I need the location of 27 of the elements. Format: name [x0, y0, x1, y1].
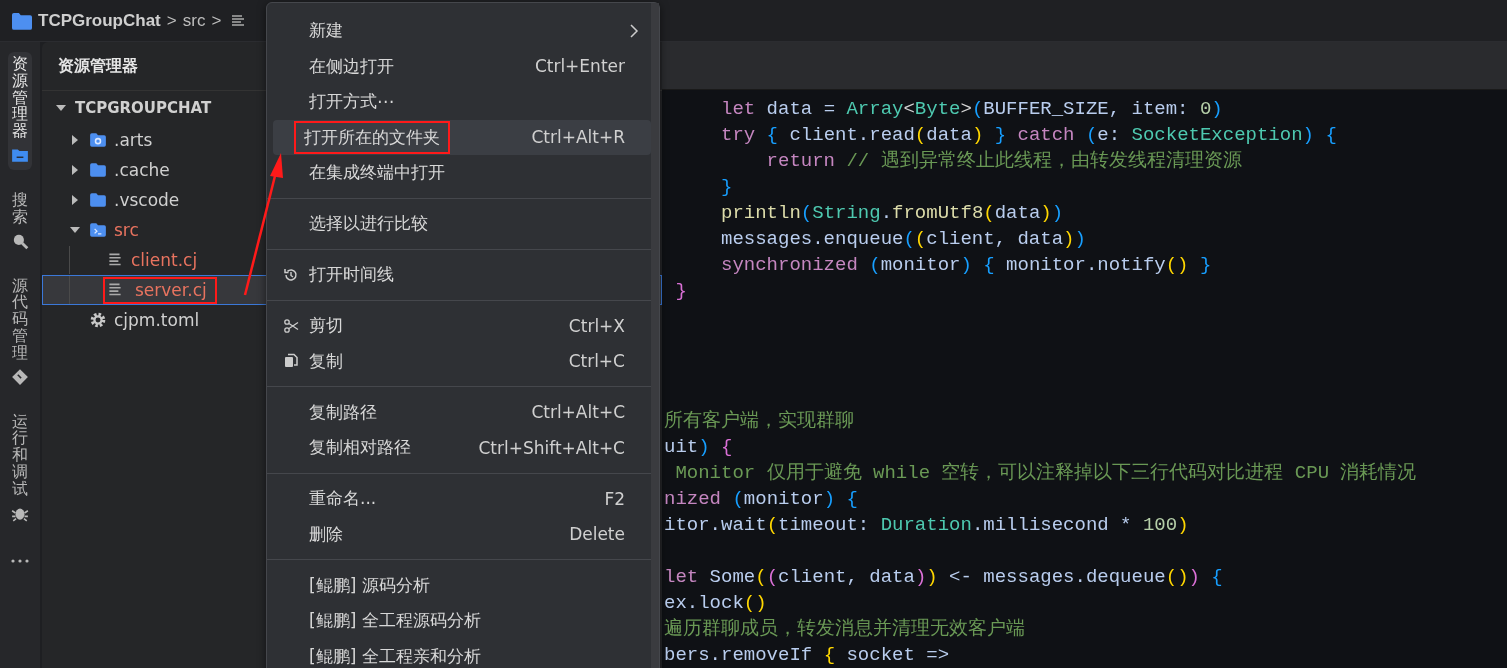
code-line: synchronized (monitor) { monitor.notify() }	[721, 254, 1212, 276]
code-line: }	[721, 176, 733, 198]
code-line: uit) {	[664, 436, 733, 458]
code-line: bers.removeIf { socket =>	[664, 644, 950, 666]
code-line: Monitor 仅用于避免 while 空转，可以注释掉以下三行代码对比进程 CPU 消耗情况	[674, 462, 1417, 484]
file-name: .cache	[114, 160, 170, 180]
code-line: }	[675, 280, 687, 302]
code-line: let Some((client, data)) <- messages.dequeue()) {	[664, 566, 1223, 588]
code-line: nized (monitor) {	[664, 488, 858, 510]
breadcrumb-separator: >	[166, 10, 177, 31]
file-name: cjpm.toml	[114, 310, 200, 330]
code-line: ex.lock()	[664, 592, 767, 614]
code-line: messages.enqueue((client, data))	[721, 228, 1086, 250]
file-name: client.cj	[131, 250, 198, 270]
file-name: src	[114, 220, 139, 240]
project-name: TCPGROUPCHAT	[75, 99, 212, 117]
code-line: try { client.read(data) } catch (e: SocketException) {	[721, 124, 1337, 146]
code-line: return // 遇到异常终止此线程，由转发线程清理资源	[766, 150, 1242, 172]
file-name: .vscode	[114, 190, 180, 210]
file-name: server.cj	[105, 278, 215, 302]
breadcrumb-separator: >	[211, 10, 222, 31]
code-line: 遍历群聊成员，转发消息并清理无效客户端	[664, 618, 1025, 640]
code-line: println(String.fromUtf8(data))	[721, 202, 1064, 224]
file-name: .arts	[114, 130, 153, 150]
code-line: 所有客户端，实现群聊	[664, 410, 854, 432]
code-line: let data = Array<Byte>(BUFFER_SIZE, item: 0)	[721, 98, 1223, 120]
code-line: itor.wait(timeout: Duration.millisecond * 100)	[664, 514, 1189, 536]
